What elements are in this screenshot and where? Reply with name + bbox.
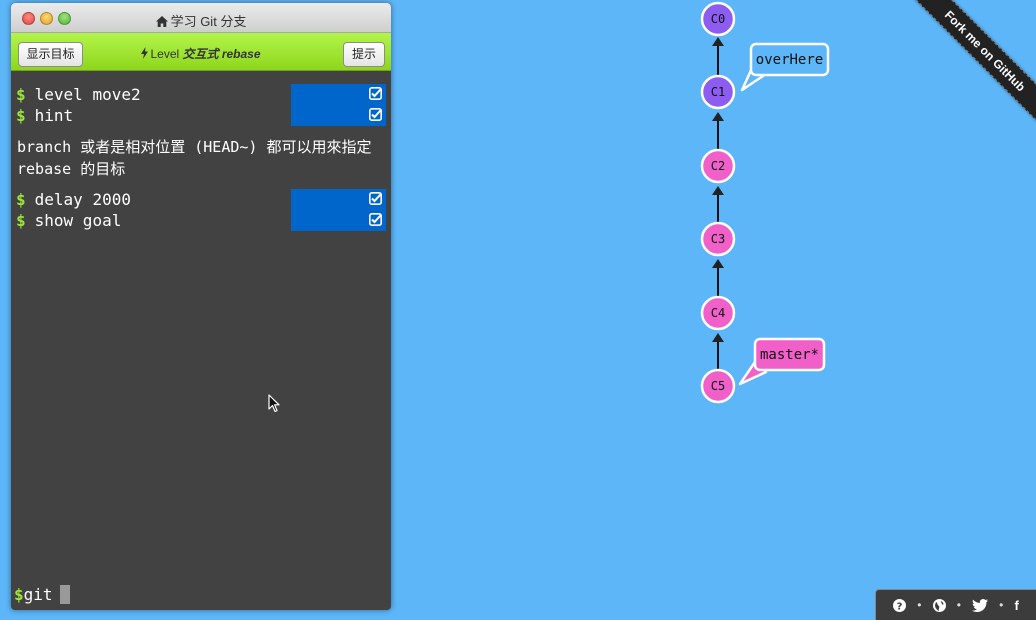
branch-label: master*	[760, 347, 819, 363]
footer-links: ? • • • f	[875, 589, 1036, 620]
home-icon	[155, 16, 168, 27]
terminal-window: 学习 Git 分支 显示目标 Level 交互式 rebase 提示 $ leve…	[11, 3, 391, 610]
checkbox-checked-icon	[369, 108, 382, 121]
branch-master[interactable]: master*	[738, 337, 826, 386]
commit-c0[interactable]: C0	[700, 1, 736, 37]
dollar-sign: $	[16, 190, 26, 209]
level-name: 交互式 rebase	[182, 47, 261, 61]
commit-label: C2	[711, 159, 725, 173]
arrowhead	[712, 333, 724, 342]
command-line: $ show goal	[11, 210, 391, 231]
text-cursor	[59, 585, 70, 604]
bolt-icon	[141, 47, 149, 59]
arrowhead	[712, 259, 724, 268]
commit-label: C4	[711, 306, 725, 320]
command-line: $ level move2	[11, 84, 391, 105]
checkbox-checked-icon	[369, 192, 382, 205]
twitter-icon[interactable]	[972, 598, 989, 612]
command-status	[291, 210, 386, 231]
commit-label: C0	[711, 12, 725, 26]
command-text: level move2	[34, 85, 141, 104]
command-text: show goal	[34, 211, 122, 230]
dollar-sign: $	[16, 211, 26, 230]
dollar-sign: $	[16, 85, 26, 104]
checkbox-checked-icon	[369, 87, 382, 100]
commit-c2[interactable]: C2	[700, 148, 736, 184]
dollar-sign: $	[16, 106, 26, 125]
commit-c5[interactable]: C5	[700, 368, 736, 404]
commit-label: C3	[711, 232, 725, 246]
level-prefix: Level	[150, 47, 180, 61]
command-line: $ delay 2000	[11, 189, 391, 210]
svg-text:?: ?	[897, 601, 903, 612]
command-status	[291, 84, 386, 105]
terminal-output[interactable]: $ level move2 $ hint branch 或者是相对位置 (HEAD~…	[11, 82, 391, 610]
separator: •	[917, 598, 922, 612]
arrowhead	[712, 112, 724, 121]
globe-icon[interactable]	[932, 598, 946, 612]
hint-button[interactable]: 提示	[343, 42, 385, 67]
commit-c1[interactable]: C1	[700, 74, 736, 110]
command-status	[291, 189, 386, 210]
commit-label: C1	[711, 85, 725, 99]
hint-message: branch 或者是相对位置 (HEAD~) 都可以用來指定 rebase 的目…	[17, 138, 372, 178]
commit-c3[interactable]: C3	[700, 221, 736, 257]
command-text: hint	[34, 106, 74, 125]
mouse-pointer-icon	[268, 394, 280, 413]
prompt-text: git	[23, 585, 53, 604]
separator: •	[999, 598, 1004, 612]
window-title: 学习 Git 分支	[11, 11, 391, 30]
branch-label: overHere	[756, 52, 823, 68]
github-ribbon-text[interactable]: Fork me on GitHub	[908, 0, 1036, 128]
command-line: $ hint	[11, 105, 391, 126]
branch-overhere[interactable]: overHere	[740, 42, 830, 92]
command-text: delay 2000	[34, 190, 131, 209]
window-title-text: 学习 Git 分支	[170, 14, 247, 29]
commit-c4[interactable]: C4	[700, 295, 736, 331]
commit-label: C5	[711, 379, 725, 393]
level-toolbar: 显示目标 Level 交互式 rebase 提示	[11, 33, 391, 71]
command-status	[291, 105, 386, 126]
window-titlebar[interactable]: 学习 Git 分支	[11, 3, 391, 33]
separator: •	[956, 598, 961, 612]
facebook-icon[interactable]: f	[1014, 598, 1018, 613]
dollar-sign: $	[14, 585, 24, 604]
checkbox-checked-icon	[369, 213, 382, 226]
arrowhead	[712, 186, 724, 195]
arrowhead	[712, 37, 724, 46]
github-ribbon[interactable]: Fork me on GitHub	[906, 0, 1036, 130]
command-prompt[interactable]: $git	[14, 584, 70, 606]
help-icon[interactable]: ?	[893, 598, 907, 612]
level-title: Level 交互式 rebase	[11, 45, 391, 62]
